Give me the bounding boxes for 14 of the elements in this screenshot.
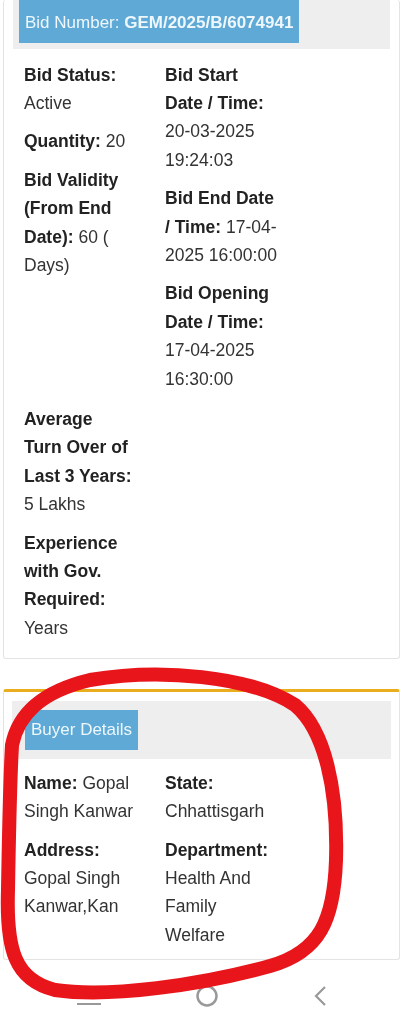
detail-text: Bid Opening Date / Time: 17-04-2025 16:30:00 [165,282,271,391]
detail-text: Address: Gopal Singh Kanwar,Kan [24,838,122,919]
detail-text: Bid Start Date / Time: 20-03-2025 19:24:03 [165,63,265,172]
detail-text: Average Turn Over of Last 3 Years: 5 Lakhs [24,407,133,517]
section-title: Buyer Details [25,710,139,750]
detail-text: Quantity: 20 [24,130,127,154]
detail-text: Experience with Gov. Required: Years [24,531,119,640]
detail-text: Bid Status: Active [24,63,118,115]
detail-text: Name: Gopal Singh Kanwar [24,771,134,824]
detail-text: Bid End Date / Time: 17-04-2025 16:00:00 [165,187,278,267]
bid-number-label: Bid Number: GEM/2025/B/6074941 [19,0,300,43]
detail-text: State: Chhattisgarh [165,771,266,824]
detail-text: Bid Validity (From End Date): 60 ( Days) [24,168,120,277]
detail-text: Department: Health And Family Welfare [165,838,270,947]
